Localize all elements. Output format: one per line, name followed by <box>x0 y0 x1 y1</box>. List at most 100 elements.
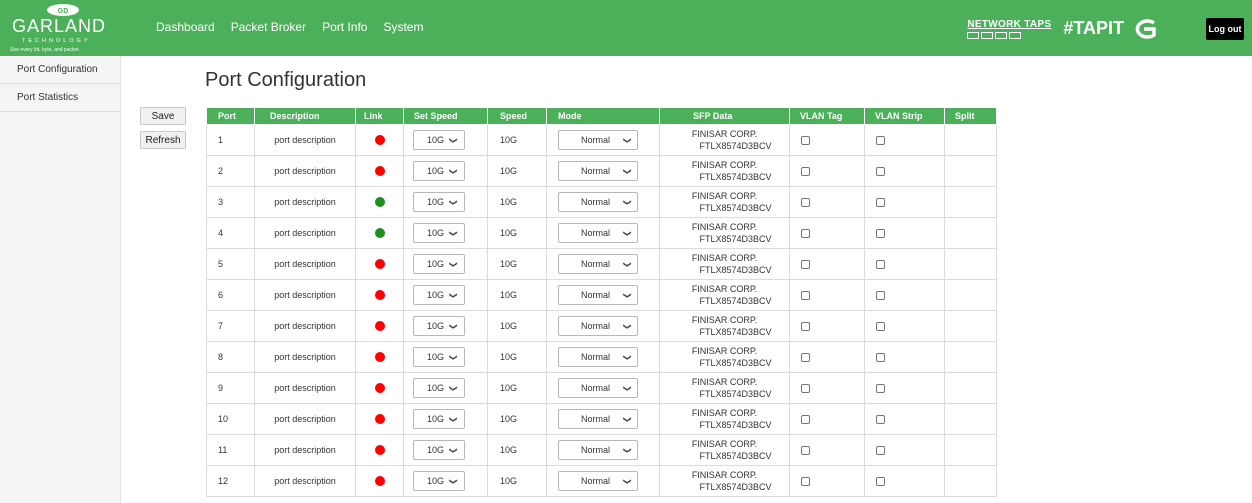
vlan-strip-checkbox[interactable] <box>876 291 885 301</box>
save-button[interactable]: Save <box>140 107 186 125</box>
set-speed-select[interactable]: 10G ❯ <box>413 440 465 460</box>
vlan-strip-checkbox[interactable] <box>876 198 885 208</box>
port-description[interactable]: port description <box>254 341 356 373</box>
nav-packet-broker[interactable]: Packet Broker <box>231 20 306 34</box>
mode-select[interactable]: Normal ❯ <box>558 471 638 491</box>
vlan-tag-checkbox[interactable] <box>801 229 810 239</box>
port-description[interactable]: port description <box>254 248 356 280</box>
nav-system[interactable]: System <box>383 20 423 34</box>
split-cell <box>944 372 997 404</box>
port-description[interactable]: port description <box>254 155 356 187</box>
vlan-tag-checkbox[interactable] <box>801 353 810 363</box>
link-status-icon <box>374 383 385 394</box>
link-cell <box>355 155 404 187</box>
chevron-down-icon: ❯ <box>623 291 633 299</box>
vlan-tag-checkbox[interactable] <box>801 198 810 208</box>
sidebar-item-port-configuration[interactable]: Port Configuration <box>0 56 120 84</box>
vlan-strip-checkbox[interactable] <box>876 260 885 270</box>
vlan-strip-cell <box>864 465 945 497</box>
mode-select[interactable]: Normal ❯ <box>558 161 638 181</box>
set-speed-select[interactable]: 10G ❯ <box>413 471 465 491</box>
vlan-tag-checkbox[interactable] <box>801 415 810 425</box>
port-description[interactable]: port description <box>254 217 356 249</box>
mode-cell: Normal ❯ <box>546 248 660 280</box>
vlan-tag-checkbox[interactable] <box>801 322 810 332</box>
vlan-tag-cell <box>789 403 865 435</box>
port-description[interactable]: port description <box>254 434 356 466</box>
mode-select[interactable]: Normal ❯ <box>558 409 638 429</box>
refresh-button[interactable]: Refresh <box>140 131 186 149</box>
vlan-tag-checkbox[interactable] <box>801 446 810 456</box>
set-speed-select[interactable]: 10G ❯ <box>413 378 465 398</box>
vlan-strip-checkbox[interactable] <box>876 477 885 487</box>
set-speed-cell: 10G ❯ <box>403 155 488 187</box>
set-speed-select[interactable]: 10G ❯ <box>413 285 465 305</box>
mode-select[interactable]: Normal ❯ <box>558 347 638 367</box>
set-speed-value: 10G <box>427 166 445 176</box>
port-number: 11 <box>206 434 255 466</box>
vlan-tag-cell <box>789 248 865 280</box>
vlan-strip-checkbox[interactable] <box>876 415 885 425</box>
garland-logo-icon: GD GARLAND TECHNOLOGY See every bit, byt… <box>10 4 105 53</box>
sidebar-item-port-statistics[interactable]: Port Statistics <box>0 84 120 112</box>
port-description[interactable]: port description <box>254 310 356 342</box>
set-speed-select[interactable]: 10G ❯ <box>413 316 465 336</box>
port-description[interactable]: port description <box>254 186 356 218</box>
port-description[interactable]: port description <box>254 372 356 404</box>
mode-select[interactable]: Normal ❯ <box>558 285 638 305</box>
set-speed-select[interactable]: 10G ❯ <box>413 223 465 243</box>
vlan-strip-checkbox[interactable] <box>876 384 885 394</box>
mode-select[interactable]: Normal ❯ <box>558 223 638 243</box>
port-description[interactable]: port description <box>254 403 356 435</box>
set-speed-select[interactable]: 10G ❯ <box>413 347 465 367</box>
set-speed-select[interactable]: 10G ❯ <box>413 409 465 429</box>
set-speed-select[interactable]: 10G ❯ <box>413 130 465 150</box>
set-speed-select[interactable]: 10G ❯ <box>413 161 465 181</box>
chevron-down-icon: ❯ <box>623 260 633 268</box>
sfp-part: FTLX8574D3BCV <box>699 451 772 461</box>
link-cell <box>355 372 404 404</box>
vlan-strip-checkbox[interactable] <box>876 229 885 239</box>
vlan-strip-cell <box>864 434 945 466</box>
mode-cell: Normal ❯ <box>546 217 660 249</box>
mode-cell: Normal ❯ <box>546 465 660 497</box>
port-description[interactable]: port description <box>254 465 356 497</box>
vlan-tag-checkbox[interactable] <box>801 136 810 146</box>
nav-dashboard[interactable]: Dashboard <box>156 20 215 34</box>
chevron-down-icon: ❯ <box>449 477 459 485</box>
link-status-icon <box>374 352 385 363</box>
chevron-down-icon: ❯ <box>623 353 633 361</box>
vlan-tag-checkbox[interactable] <box>801 291 810 301</box>
vlan-strip-checkbox[interactable] <box>876 353 885 363</box>
mode-select[interactable]: Normal ❯ <box>558 440 638 460</box>
chevron-down-icon: ❯ <box>623 384 633 392</box>
mode-select[interactable]: Normal ❯ <box>558 130 638 150</box>
logout-button[interactable]: Log out <box>1206 18 1244 40</box>
set-speed-value: 10G <box>427 135 445 145</box>
port-number: 8 <box>206 341 255 373</box>
sfp-part: FTLX8574D3BCV <box>699 327 772 337</box>
mode-select[interactable]: Normal ❯ <box>558 378 638 398</box>
garland-logo[interactable]: GD GARLAND TECHNOLOGY See every bit, byt… <box>8 4 138 54</box>
vlan-tag-checkbox[interactable] <box>801 384 810 394</box>
port-description[interactable]: port description <box>254 124 356 156</box>
set-speed-select[interactable]: 10G ❯ <box>413 254 465 274</box>
port-description[interactable]: port description <box>254 279 356 311</box>
vlan-strip-checkbox[interactable] <box>876 322 885 332</box>
vlan-strip-checkbox[interactable] <box>876 446 885 456</box>
mode-select[interactable]: Normal ❯ <box>558 316 638 336</box>
mode-value: Normal <box>581 352 611 362</box>
vlan-tag-checkbox[interactable] <box>801 260 810 270</box>
vlan-tag-checkbox[interactable] <box>801 477 810 487</box>
mode-select[interactable]: Normal ❯ <box>558 254 638 274</box>
table-header-row: Port Description Link Set Speed Speed Mo… <box>206 107 997 125</box>
column-header-port: Port <box>206 107 255 125</box>
vlan-tag-checkbox[interactable] <box>801 167 810 177</box>
sfp-data: FINISAR CORP. FTLX8574D3BCV <box>659 434 790 466</box>
vlan-strip-checkbox[interactable] <box>876 136 885 146</box>
vlan-strip-checkbox[interactable] <box>876 167 885 177</box>
set-speed-select[interactable]: 10G ❯ <box>413 192 465 212</box>
mode-select[interactable]: Normal ❯ <box>558 192 638 212</box>
nav-port-info[interactable]: Port Info <box>322 20 367 34</box>
split-cell <box>944 310 997 342</box>
